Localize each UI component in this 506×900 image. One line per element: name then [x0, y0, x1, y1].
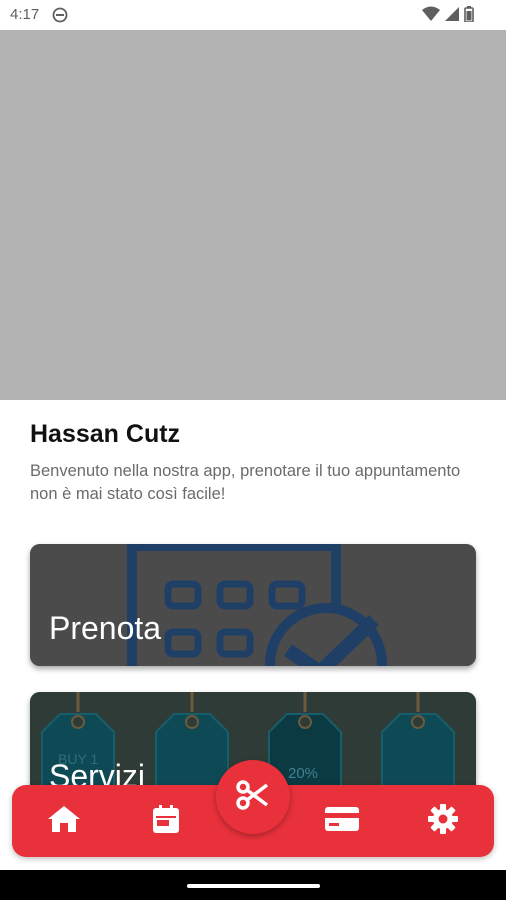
- home-icon: [46, 804, 82, 839]
- status-bar: 4:17: [0, 0, 506, 30]
- do-not-disturb-icon: [52, 7, 68, 23]
- tag-text-discount: 20%: [288, 765, 318, 782]
- calendar-check-icon: [30, 544, 476, 666]
- hero-image-placeholder: [0, 30, 506, 400]
- calendar-icon: [152, 804, 180, 839]
- signal-icon: [444, 6, 460, 22]
- status-right-icons: [422, 6, 474, 22]
- book-card-label: Prenota: [49, 610, 162, 646]
- welcome-text: Benvenuto nella nostra app, prenotare il…: [30, 462, 461, 503]
- system-navigation-bar: [0, 870, 506, 900]
- book-card[interactable]: Prenota: [30, 544, 476, 666]
- scissors-icon: [236, 779, 270, 815]
- wifi-icon: [422, 6, 440, 22]
- battery-icon: [464, 6, 474, 22]
- nav-payments[interactable]: [312, 785, 372, 857]
- nav-calendar[interactable]: [136, 785, 196, 857]
- nav-settings[interactable]: [413, 785, 473, 857]
- page-title: Hassan Cutz: [30, 420, 181, 448]
- nav-home[interactable]: [34, 785, 94, 857]
- gesture-handle[interactable]: [187, 884, 320, 888]
- status-time: 4:17: [10, 6, 40, 23]
- settings-icon: [427, 803, 459, 840]
- book-appointment-fab[interactable]: [216, 760, 290, 834]
- card-icon: [324, 805, 360, 838]
